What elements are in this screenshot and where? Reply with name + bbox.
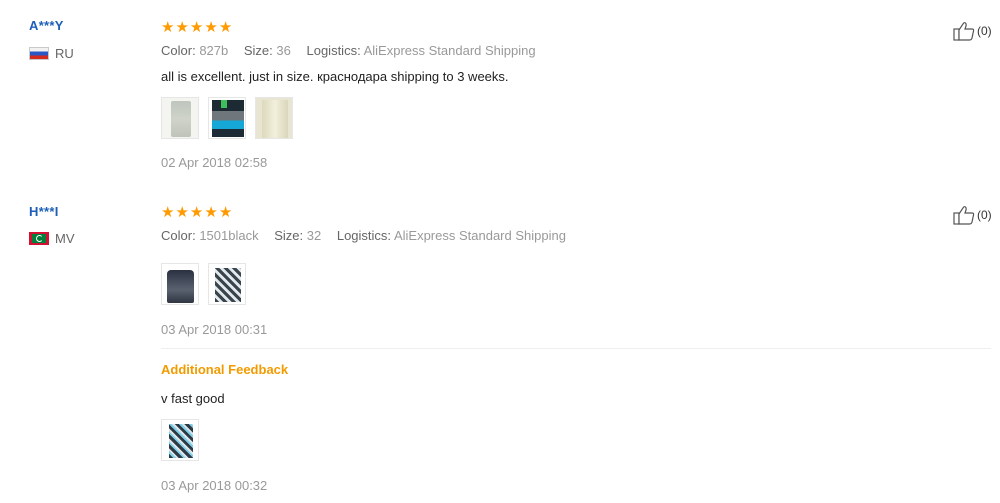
- size-value: 32: [306, 228, 322, 243]
- review-photos: [161, 97, 293, 139]
- size-label: Size:: [243, 43, 273, 58]
- star-icon: ★: [204, 18, 218, 36]
- size-value: 36: [276, 43, 291, 58]
- additional-feedback-text: v fast good: [161, 391, 225, 406]
- star-icon: ★: [161, 18, 175, 36]
- color-value: 827b: [199, 43, 229, 58]
- like-button[interactable]: (0): [953, 205, 992, 225]
- additional-feedback-photos: [161, 419, 199, 461]
- like-button[interactable]: (0): [953, 21, 992, 41]
- logistics-value: AliExpress Standard Shipping: [393, 228, 566, 243]
- like-count: (0): [977, 24, 992, 38]
- order-info: Color: 1501black Size: 32 Logistics: Ali…: [161, 228, 566, 243]
- review-photo-thumbnail[interactable]: [161, 97, 199, 139]
- star-icon: ★: [175, 18, 189, 36]
- size-label: Size:: [274, 228, 304, 243]
- star-icon: ★: [161, 203, 175, 221]
- star-icon: ★: [175, 203, 189, 221]
- color-label: Color:: [161, 228, 196, 243]
- logistics-label: Logistics:: [336, 228, 392, 243]
- star-rating: ★ ★ ★ ★ ★: [161, 205, 232, 220]
- additional-feedback-title: Additional Feedback: [161, 362, 289, 377]
- star-icon: ★: [189, 18, 204, 36]
- logistics-label: Logistics:: [306, 43, 361, 58]
- star-icon: ★: [218, 18, 233, 36]
- review-date: 02 Apr 2018 02:58: [161, 155, 268, 170]
- additional-feedback-date: 03 Apr 2018 00:32: [161, 478, 268, 493]
- reviewer-name: H***I: [29, 204, 59, 219]
- country-code: RU: [55, 46, 74, 61]
- order-info: Color: 827b Size: 36 Logistics: AliExpre…: [161, 43, 536, 58]
- review-photo-thumbnail[interactable]: [208, 263, 246, 305]
- review-date: 03 Apr 2018 00:31: [161, 322, 268, 337]
- review-photo-thumbnail[interactable]: [161, 263, 199, 305]
- like-count: (0): [977, 208, 992, 222]
- reviewer-country: RU: [29, 46, 74, 61]
- review-photo-thumbnail[interactable]: [161, 419, 199, 461]
- star-icon: ★: [204, 203, 218, 221]
- review-text: all is excellent. just in size. краснода…: [161, 69, 509, 84]
- star-rating: ★ ★ ★ ★ ★: [161, 20, 232, 35]
- country-code: MV: [55, 231, 75, 246]
- star-icon: ★: [189, 203, 204, 221]
- maldives-flag-icon: [29, 232, 49, 245]
- review-photo-thumbnail[interactable]: [208, 97, 246, 139]
- reviewer-name: A***Y: [29, 18, 64, 33]
- russia-flag-icon: [29, 47, 49, 60]
- reviewer-country: MV: [29, 231, 75, 246]
- color-label: Color:: [161, 43, 196, 58]
- color-value: 1501black: [199, 228, 259, 243]
- logistics-value: AliExpress Standard Shipping: [363, 43, 536, 58]
- star-icon: ★: [218, 203, 233, 221]
- thumbs-up-icon: [953, 22, 975, 41]
- review-photos: [161, 263, 246, 305]
- divider: [161, 348, 991, 349]
- review-photo-thumbnail[interactable]: [255, 97, 293, 139]
- thumbs-up-icon: [953, 206, 975, 225]
